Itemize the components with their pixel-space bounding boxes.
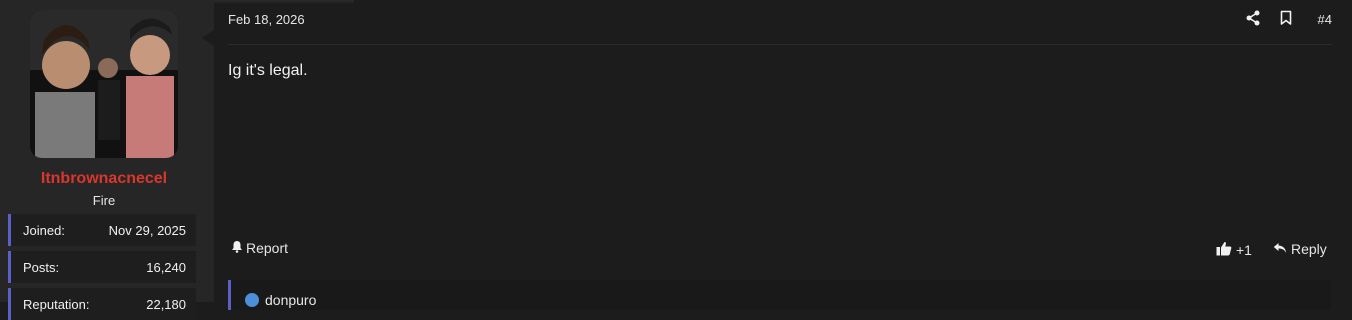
user-title: Fire [92,193,116,208]
quote-author[interactable]: donpuro [245,292,316,308]
post-date[interactable]: Feb 18, 2026 [228,12,305,27]
reply-label: Reply [1291,241,1327,257]
quote-expand-icon[interactable] [245,293,259,307]
quote-author-name: donpuro [265,292,317,308]
bell-icon [231,240,243,256]
stat-value: 22,180 [146,297,186,312]
stat-label: Joined: [23,223,65,238]
username[interactable]: Itnbrownacnecel [0,170,208,188]
stat-label: Posts: [23,260,60,275]
sidebar-pointer [202,30,214,46]
post-header-divider [228,44,1332,45]
reply-icon [1273,241,1287,257]
avatar-image [30,10,178,158]
stat-joined: Joined: Nov 29, 2025 [8,214,196,246]
user-sidebar: Itnbrownacnecel Fire Joined: Nov 29, 202… [0,0,214,320]
header-shadow [214,0,354,4]
reply-button[interactable]: Reply [1273,241,1327,257]
stat-posts: Posts: 16,240 [8,251,196,283]
post-header-tools: #4 [1232,10,1332,30]
like-count: +1 [1236,242,1252,258]
stat-label: Reputation: [23,297,90,312]
share-icon[interactable] [1246,10,1260,31]
like-button[interactable]: +1 [1216,241,1252,259]
avatar[interactable] [30,10,178,158]
bookmark-icon[interactable] [1280,10,1292,31]
thumbs-up-icon [1216,241,1232,259]
post-body: Ig it's legal. [228,62,308,79]
stat-reputation: Reputation: 22,180 [8,288,196,320]
report-label: Report [246,240,289,256]
stat-value: Nov 29, 2025 [108,223,186,238]
quote-block: donpuro [228,280,1331,310]
report-button[interactable]: Report [231,240,288,256]
post-number[interactable]: #4 [1318,12,1332,27]
stat-value: 16,240 [146,260,186,275]
